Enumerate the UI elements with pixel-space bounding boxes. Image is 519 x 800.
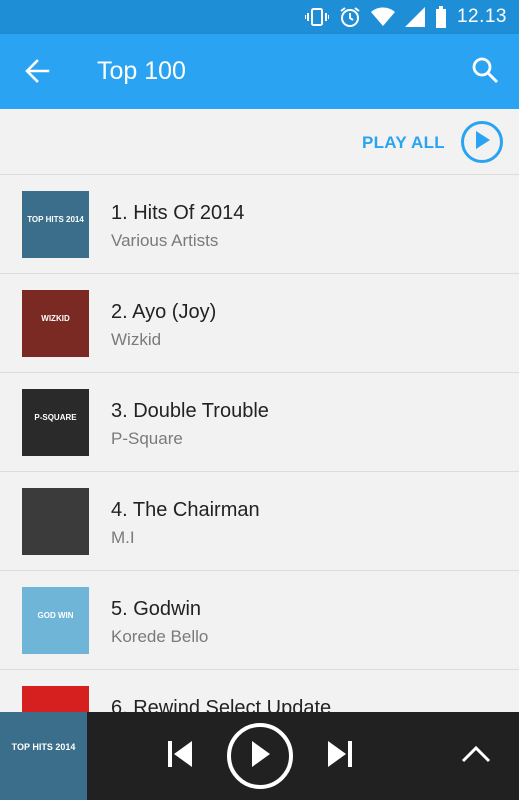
skip-next-icon xyxy=(326,739,354,774)
battery-icon xyxy=(435,6,447,28)
track-row[interactable]: P-SQUARE 3. Double Trouble P-Square xyxy=(0,373,519,472)
alarm-icon xyxy=(339,6,361,28)
album-art: WIZKID xyxy=(22,290,89,357)
search-icon xyxy=(471,56,499,89)
back-button[interactable] xyxy=(20,56,54,90)
play-icon xyxy=(248,739,272,774)
play-all-label[interactable]: PLAY ALL xyxy=(362,133,445,153)
track-artist: Various Artists xyxy=(111,231,219,250)
expand-up-icon xyxy=(461,745,491,768)
album-art-text: GOD WIN xyxy=(37,611,74,620)
track-artist: Korede Bello xyxy=(111,627,209,646)
play-all-bar: PLAY ALL xyxy=(0,109,519,175)
track-artist: Wizkid xyxy=(111,330,162,349)
album-art: TOP HITS 2014 xyxy=(22,191,89,258)
mini-player: TOP HITS 2014 xyxy=(0,712,519,800)
play-button[interactable] xyxy=(227,723,293,789)
album-art: GOD WIN xyxy=(22,587,89,654)
play-circle-icon xyxy=(473,130,491,155)
track-artist: M.I xyxy=(111,528,135,547)
track-row[interactable]: WIZKID 2. Ayo (Joy) Wizkid xyxy=(0,274,519,373)
page-title: Top 100 xyxy=(97,57,186,85)
track-row[interactable]: 4. The Chairman M.I xyxy=(0,472,519,571)
signal-icon xyxy=(404,7,425,27)
album-art-text: TOP HITS 2014 xyxy=(27,215,84,224)
arrow-back-icon xyxy=(24,58,50,89)
track-artist: P-Square xyxy=(111,429,183,448)
now-playing-art-text: TOP HITS 2014 xyxy=(11,742,76,752)
track-row[interactable]: TOP HITS 2014 1. Hits Of 2014 Various Ar… xyxy=(0,175,519,274)
status-time: 12.13 xyxy=(456,6,507,27)
skip-previous-icon xyxy=(166,739,194,774)
track-title: 3. Double Trouble xyxy=(111,400,269,422)
track-title: 5. Godwin xyxy=(111,598,202,620)
album-art xyxy=(22,488,89,555)
app-bar: Top 100 xyxy=(0,34,519,109)
next-button[interactable] xyxy=(322,738,358,774)
expand-player-button[interactable] xyxy=(456,738,496,774)
vibrate-icon xyxy=(304,7,329,27)
album-art: P-SQUARE xyxy=(22,389,89,456)
play-all-button[interactable] xyxy=(461,121,503,163)
previous-button[interactable] xyxy=(162,738,198,774)
now-playing-art[interactable]: TOP HITS 2014 xyxy=(0,712,87,800)
track-title: 2. Ayo (Joy) xyxy=(111,301,217,323)
track-row[interactable]: GOD WIN 5. Godwin Korede Bello xyxy=(0,571,519,670)
track-list: TOP HITS 2014 1. Hits Of 2014 Various Ar… xyxy=(0,175,519,769)
album-art-text: WIZKID xyxy=(41,314,70,323)
track-title: 4. The Chairman xyxy=(111,499,260,521)
wifi-icon xyxy=(370,7,395,27)
search-button[interactable] xyxy=(467,54,503,90)
track-title: 1. Hits Of 2014 xyxy=(111,202,245,224)
album-art-text: P-SQUARE xyxy=(34,413,77,422)
status-bar: 12.13 xyxy=(0,0,519,34)
